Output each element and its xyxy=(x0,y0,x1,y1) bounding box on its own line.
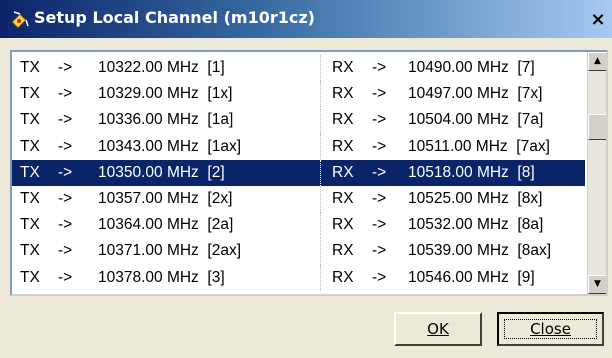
scrollbar-thumb[interactable] xyxy=(588,114,606,140)
rx-label: RX xyxy=(332,216,354,234)
tx-frequency: 10357.00 MHz [2x] xyxy=(98,189,233,207)
rx-arrow: -> xyxy=(372,268,387,286)
rx-frequency: 10504.00 MHz [7a] xyxy=(408,111,544,129)
tx-label: TX xyxy=(20,268,40,286)
satellite-dish-icon xyxy=(11,11,29,29)
column-divider xyxy=(320,55,321,82)
rx-label: RX xyxy=(332,189,354,207)
tx-label: TX xyxy=(20,163,40,181)
column-divider xyxy=(320,264,321,291)
tx-arrow: -> xyxy=(58,163,73,181)
tx-arrow: -> xyxy=(58,242,73,260)
rx-arrow: -> xyxy=(372,111,387,129)
tx-arrow: -> xyxy=(58,189,73,207)
channel-list[interactable]: TX -> 10322.00 MHz [1] RX -> 10490.00 MHz [7]… xyxy=(10,50,608,296)
setup-local-channel-dialog: Setup Local Channel (m10r1cz) × TX -> 1032… xyxy=(0,0,612,358)
tx-frequency: 10371.00 MHz [2ax] xyxy=(98,242,242,260)
ok-button-label: OK xyxy=(427,320,449,338)
scroll-down-arrow-icon[interactable]: ▼ xyxy=(588,275,606,294)
tx-label: TX xyxy=(20,216,40,234)
rx-arrow: -> xyxy=(372,242,387,260)
focus-rectangle xyxy=(504,319,597,339)
tx-label: TX xyxy=(20,189,40,207)
channel-row[interactable]: TX -> 10350.00 MHz [2] RX -> 10518.00 MHz [8] xyxy=(12,159,585,186)
rx-frequency: 10525.00 MHz [8x] xyxy=(408,189,543,207)
close-button[interactable]: Close xyxy=(497,312,604,346)
channel-row[interactable]: TX -> 10364.00 MHz [2a] RX -> 10532.00 MHz [8… xyxy=(12,212,585,239)
rx-arrow: -> xyxy=(372,85,387,103)
rx-label: RX xyxy=(332,59,354,76)
tx-arrow: -> xyxy=(58,268,73,286)
tx-frequency: 10336.00 MHz [1a] xyxy=(98,111,234,129)
rx-arrow: -> xyxy=(372,216,387,234)
rx-frequency: 10518.00 MHz [8] xyxy=(408,163,535,181)
tx-label: TX xyxy=(20,242,40,260)
column-divider xyxy=(320,212,321,239)
tx-arrow: -> xyxy=(58,216,73,234)
tx-label: TX xyxy=(20,137,40,155)
tx-frequency: 10329.00 MHz [1x] xyxy=(98,85,233,103)
tx-arrow: -> xyxy=(58,59,73,76)
tx-arrow: -> xyxy=(58,111,73,129)
rx-frequency: 10490.00 MHz [7] xyxy=(408,59,535,76)
tx-frequency: 10322.00 MHz [1] xyxy=(98,59,225,76)
channel-row[interactable]: TX -> 10343.00 MHz [1ax] RX -> 10511.00 MHz [… xyxy=(12,133,585,160)
tx-frequency: 10343.00 MHz [1ax] xyxy=(98,137,242,155)
rx-arrow: -> xyxy=(372,137,387,155)
channel-row[interactable]: TX -> 10378.00 MHz [3] RX -> 10546.00 MHz [9] xyxy=(12,264,585,291)
tx-frequency: 10350.00 MHz [2] xyxy=(98,163,225,181)
column-divider xyxy=(320,133,321,160)
channel-row[interactable]: TX -> 10336.00 MHz [1a] RX -> 10504.00 MHz [7… xyxy=(12,107,585,134)
rx-arrow: -> xyxy=(372,163,387,181)
tx-label: TX xyxy=(20,85,40,103)
rx-arrow: -> xyxy=(372,59,387,76)
tx-label: TX xyxy=(20,59,40,76)
rx-frequency: 10511.00 MHz [7ax] xyxy=(408,137,550,155)
rx-frequency: 10497.00 MHz [7x] xyxy=(408,85,543,103)
ok-button[interactable]: OK xyxy=(394,312,482,346)
tx-frequency: 10378.00 MHz [3] xyxy=(98,268,225,286)
column-divider xyxy=(320,238,321,265)
channel-row[interactable]: TX -> 10322.00 MHz [1] RX -> 10490.00 MHz [7] xyxy=(12,55,585,82)
channel-rows: TX -> 10322.00 MHz [1] RX -> 10490.00 MHz [7]… xyxy=(12,55,585,291)
column-divider xyxy=(320,81,321,108)
column-divider xyxy=(320,107,321,134)
channel-row[interactable]: TX -> 10371.00 MHz [2ax] RX -> 10539.00 MHz [… xyxy=(12,238,585,265)
tx-label: TX xyxy=(20,111,40,129)
rx-arrow: -> xyxy=(372,189,387,207)
rx-label: RX xyxy=(332,111,354,129)
close-icon[interactable]: × xyxy=(587,9,609,31)
window-title: Setup Local Channel (m10r1cz) xyxy=(34,8,315,27)
column-divider xyxy=(320,159,321,186)
rx-label: RX xyxy=(332,242,354,260)
rx-label: RX xyxy=(332,268,354,286)
channel-row[interactable]: TX -> 10329.00 MHz [1x] RX -> 10497.00 MHz [7… xyxy=(12,81,585,108)
rx-label: RX xyxy=(332,85,354,103)
rx-label: RX xyxy=(332,163,354,181)
channel-row[interactable]: TX -> 10357.00 MHz [2x] RX -> 10525.00 MHz [8… xyxy=(12,185,585,213)
tx-arrow: -> xyxy=(58,85,73,103)
rx-frequency: 10546.00 MHz [9] xyxy=(408,268,535,286)
vertical-scrollbar[interactable]: ▲ ▼ xyxy=(587,52,606,294)
rx-label: RX xyxy=(332,137,354,155)
scroll-up-arrow-icon[interactable]: ▲ xyxy=(588,52,606,71)
tx-frequency: 10364.00 MHz [2a] xyxy=(98,216,234,234)
column-divider xyxy=(320,185,321,213)
rx-frequency: 10539.00 MHz [8ax] xyxy=(408,242,552,260)
rx-frequency: 10532.00 MHz [8a] xyxy=(408,216,544,234)
title-bar[interactable]: Setup Local Channel (m10r1cz) × xyxy=(0,0,612,38)
tx-arrow: -> xyxy=(58,137,73,155)
